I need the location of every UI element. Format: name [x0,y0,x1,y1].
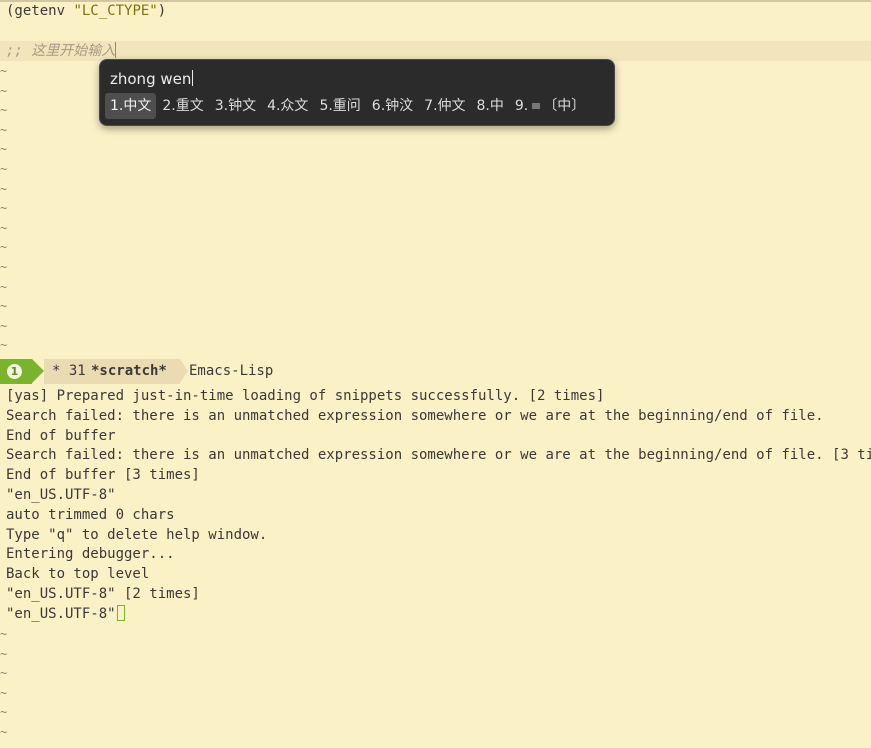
block-cursor [116,605,125,621]
empty-line-tilde: ~ [0,220,8,235]
buffer-name[interactable]: *scratch* [91,359,167,384]
empty-line-tilde: ~ [0,318,8,333]
text-cursor [115,42,117,58]
current-line-highlight [0,41,871,61]
empty-line-tilde: ~ [0,64,8,78]
ime-candidate-9-number: 9. [514,98,529,114]
message-line: End of buffer [6,428,116,444]
missing-glyph-icon [532,103,541,109]
ime-candidate-7[interactable]: 7.仲文 [419,93,470,119]
ime-candidate-5[interactable]: 5.重问 [314,93,365,119]
buffer-modified-and-size: * 31 [52,363,95,379]
ime-candidate-3[interactable]: 3.钟文 [210,93,261,119]
empty-line-tilde: ~ [0,122,8,137]
message-line: Type "q" to delete help window. [6,527,268,543]
ime-candidate-1[interactable]: 1.中文 [105,93,157,119]
ime-candidate-4[interactable]: 4.众文 [262,93,313,119]
window-number-badge[interactable]: 1 [0,359,32,384]
message-line-text: "en_US.UTF-8" [6,606,116,622]
message-line: "en_US.UTF-8" [6,487,116,503]
editor-window[interactable]: (getenv "LC_CTYPE") ;; 这里开始输入 ~ ~ ~ ~ ~ ~ ~ ~ ~ ~… [0,0,871,354]
ime-candidate-list: 1.中文 2.重文 3.钟文 4.众文 5.重问 6.钟汶 7.仲文 8.中 9… [105,93,591,119]
empty-line-tilde: ~ [0,103,8,118]
ime-candidate-9-text: 〔中〕 [543,98,586,114]
empty-line-tilde: ~ [0,646,8,661]
message-line: Search failed: there is an unmatched exp… [6,447,871,463]
window-number-icon: 1 [7,364,22,379]
empty-line-tilde: ~ [0,240,8,255]
message-line: [yas] Prepared just-in-time loading of s… [6,388,605,404]
code-line-getenv[interactable]: (getenv "LC_CTYPE") [6,1,166,21]
empty-line-tilde: ~ [0,299,8,314]
empty-line-tilde: ~ [0,162,8,176]
ime-preedit-text: zhong wen [110,70,192,88]
empty-line-tilde: ~ [0,142,8,157]
ime-candidate-2[interactable]: 2.重文 [157,93,208,119]
empty-line-tilde: ~ [0,338,8,353]
empty-line-tilde: ~ [0,705,8,720]
mode-line-separator-arrow [32,359,44,383]
message-line: Entering debugger... [6,546,175,562]
ime-candidate-8[interactable]: 8.中 [472,93,509,119]
major-mode[interactable]: Emacs-Lisp [189,359,273,384]
code-string-literal: "LC_CTYPE" [73,3,158,19]
code-form-close: ) [157,3,167,19]
message-line: End of buffer [3 times] [6,467,200,483]
mode-line[interactable]: 1 * 31 *scratch* Emacs-Lisp [0,359,871,384]
empty-line-tilde: ~ [0,279,8,294]
empty-line-tilde: ~ [0,260,8,274]
ime-candidate-popup[interactable]: zhong wen 1.中文 2.重文 3.钟文 4.众文 5.重问 6.钟汶 … [99,59,615,126]
empty-line-tilde: ~ [0,725,8,739]
message-line: auto trimmed 0 chars [6,507,175,523]
empty-line-tilde: ~ [0,181,8,196]
message-line: Search failed: there is an unmatched exp… [6,408,824,424]
empty-line-tilde: ~ [0,627,8,641]
message-line: "en_US.UTF-8" [2 times] [6,586,200,602]
buffer-info-separator-arrow [180,359,188,383]
comment-line[interactable]: ;; 这里开始输入 [6,41,117,61]
ime-caret [192,70,194,86]
code-form-open: (getenv [6,3,74,19]
ime-preedit: zhong wen [110,68,194,90]
ime-candidate-6[interactable]: 6.钟汶 [367,93,418,119]
ime-candidate-9[interactable]: 9. 〔中〕 [510,93,590,119]
empty-line-tilde: ~ [0,666,8,681]
empty-line-tilde: ~ [0,685,8,700]
empty-line-tilde: ~ [0,83,8,98]
empty-line-tilde: ~ [0,201,8,216]
message-line-last: "en_US.UTF-8" [6,604,125,624]
comment-text: ;; 这里开始输入 [6,43,116,59]
message-line: Back to top level [6,566,150,582]
